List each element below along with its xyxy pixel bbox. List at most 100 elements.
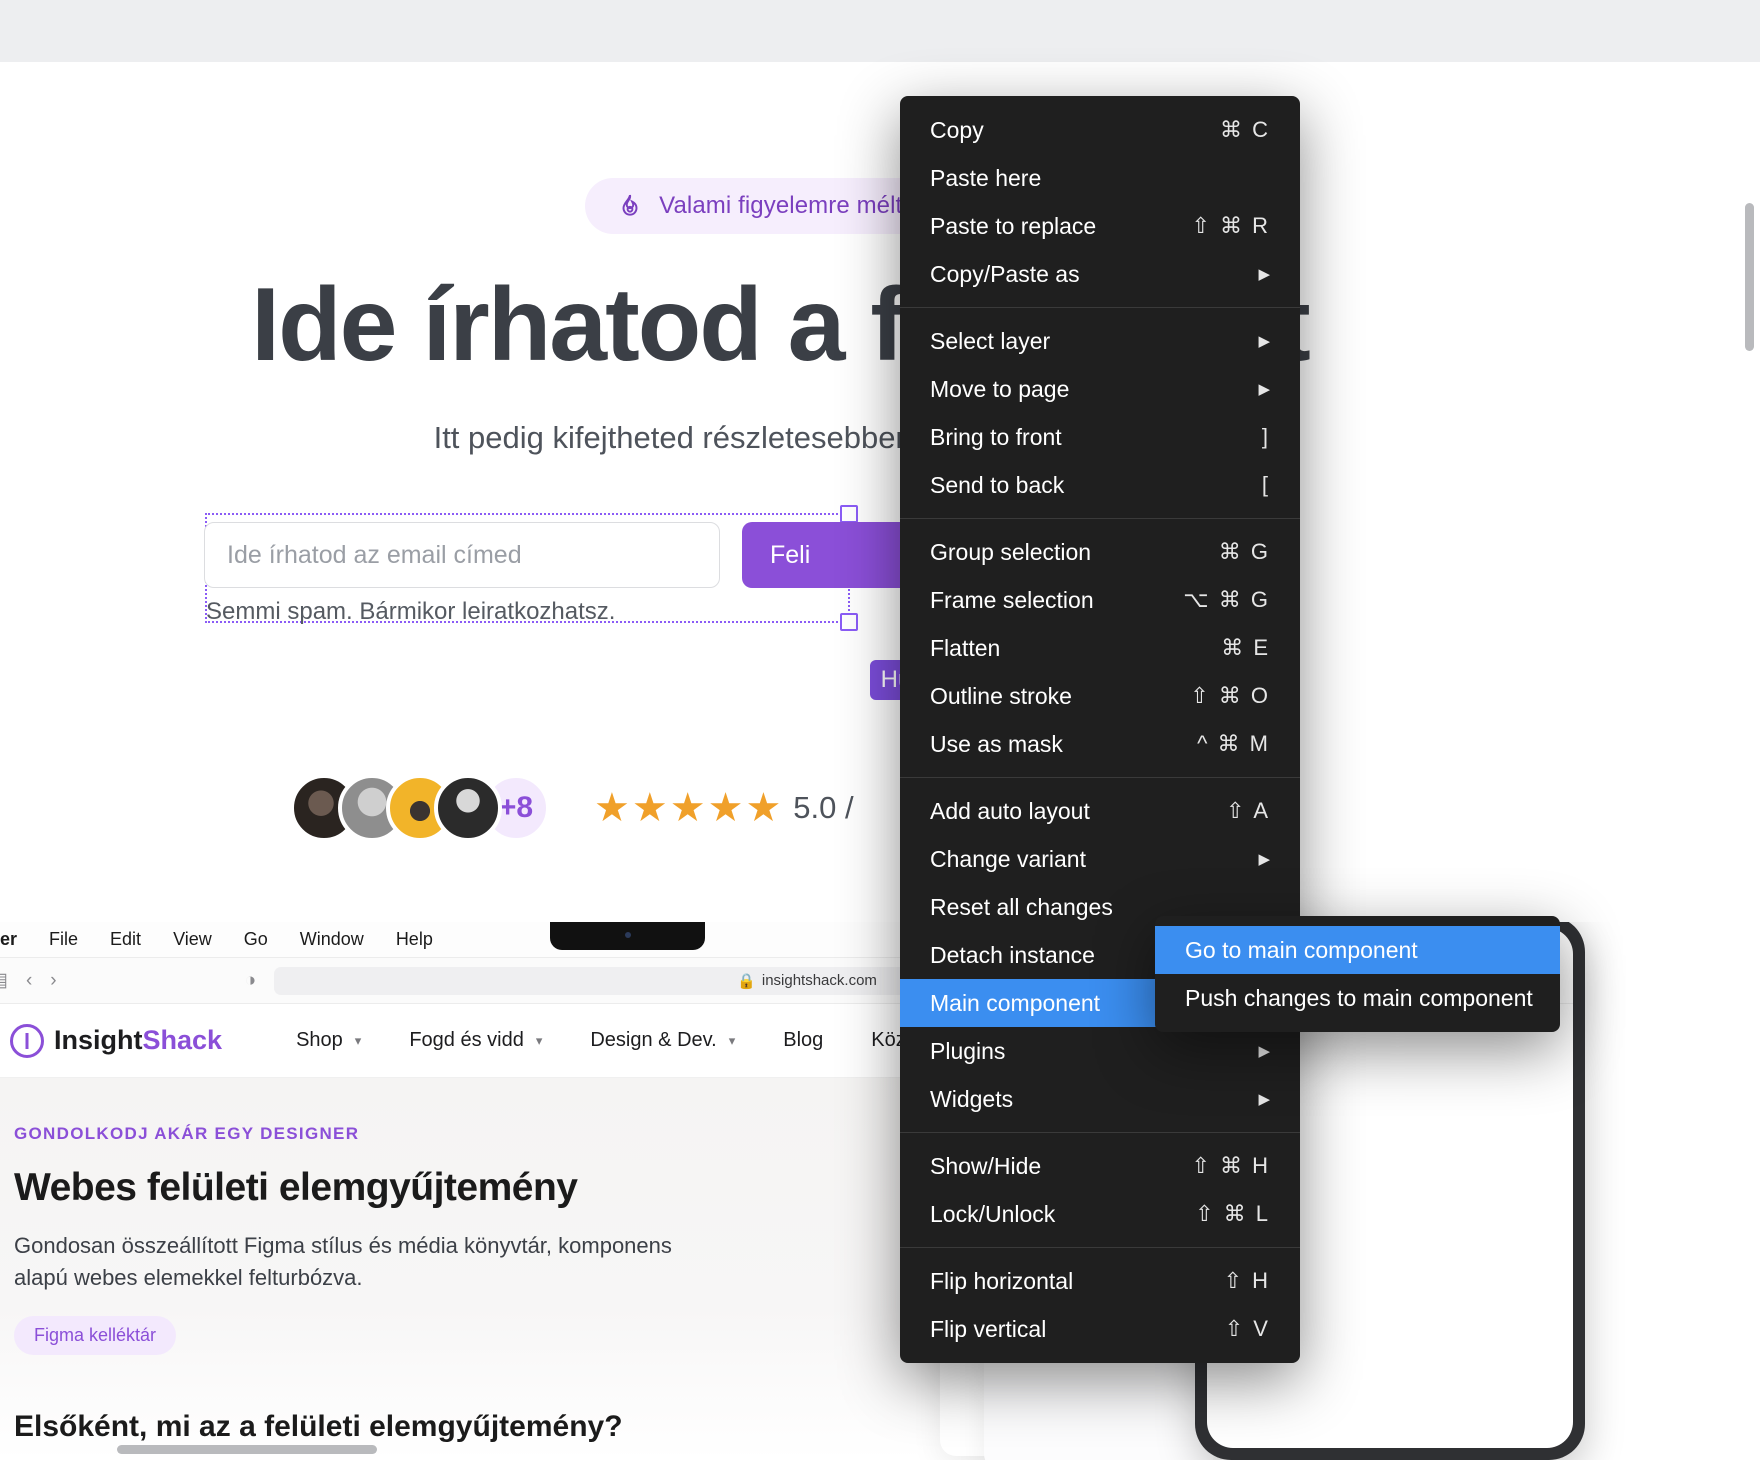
menu-item-copy-paste-as[interactable]: Copy/Paste as ▶ — [900, 250, 1300, 298]
nav-item-shop[interactable]: Shop ▾ — [272, 1029, 385, 1052]
logo-mark-icon — [10, 1023, 44, 1058]
chevron-down-icon: ▾ — [535, 1032, 543, 1048]
main-component-submenu[interactable]: Go to main component Push changes to main… — [1155, 916, 1560, 1032]
menu-item-shortcut: ⇧ V — [1224, 1316, 1270, 1341]
spam-note: Semmi spam. Bármikor leiratkozhatsz. — [206, 598, 616, 625]
menu-item-outline-stroke[interactable]: Outline stroke ⇧ ⌘ O — [900, 672, 1300, 720]
menubar-item-go[interactable]: Go — [244, 929, 268, 950]
menu-item-add-auto-layout[interactable]: Add auto layout ⇧ A — [900, 787, 1300, 835]
menu-item-plugins[interactable]: Plugins ▶ — [900, 1027, 1300, 1075]
social-proof: +8 ★★★★★ 5.0 / — [290, 774, 854, 842]
menu-item-move-to-page[interactable]: Move to page ▶ — [900, 365, 1300, 413]
figma-kit-pill[interactable]: Figma kelléktár — [14, 1315, 177, 1355]
menu-item-shortcut: ⇧ ⌘ L — [1195, 1201, 1270, 1226]
hero-subheadline: Itt pedig kifejtheted részletesebben a f… — [433, 420, 1127, 456]
menu-item-shortcut: ⌥ ⌘ G — [1183, 587, 1270, 612]
menu-item-flip-vertical[interactable]: Flip vertical ⇧ V — [900, 1305, 1300, 1353]
menu-item-shortcut: ⇧ H — [1223, 1268, 1270, 1293]
vertical-scrollbar[interactable] — [1745, 203, 1754, 351]
menu-item-shortcut: [ — [1261, 472, 1270, 497]
menu-item-label: Frame selection — [930, 586, 1094, 613]
menubar-item-edit[interactable]: Edit — [110, 929, 141, 950]
menu-item-select-layer[interactable]: Select layer ▶ — [900, 317, 1300, 365]
menu-item-label: Change variant — [930, 845, 1086, 872]
menu-item-label: Show/Hide — [930, 1152, 1042, 1179]
menu-item-flatten[interactable]: Flatten ⌘ E — [900, 624, 1300, 672]
menu-item-label: Plugins — [930, 1037, 1006, 1064]
menu-item-shortcut: ⇧ ⌘ O — [1190, 683, 1270, 708]
menu-separator — [900, 1132, 1300, 1133]
menu-item-label: Flatten — [930, 634, 1001, 661]
menu-item-label: Reset all changes — [930, 893, 1113, 920]
menu-item-use-as-mask[interactable]: Use as mask ^ ⌘ M — [900, 720, 1300, 768]
menu-item-label: Use as mask — [930, 730, 1063, 757]
menubar-item-finder[interactable]: Finder — [0, 929, 17, 950]
menu-item-flip-horizontal[interactable]: Flip horizontal ⇧ H — [900, 1257, 1300, 1305]
menu-item-label: Main component — [930, 989, 1101, 1016]
site-logo[interactable]: InsightShack — [10, 1023, 222, 1058]
menu-item-bring-to-front[interactable]: Bring to front] — [900, 413, 1300, 461]
menu-item-change-variant[interactable]: Change variant ▶ — [900, 835, 1300, 883]
menu-item-widgets[interactable]: Widgets ▶ — [900, 1075, 1300, 1123]
site-nav-items: Shop ▾ Fogd és vidd ▾ Design & Dev. ▾ Bl… — [272, 1029, 983, 1052]
menubar-item-help[interactable]: Help — [396, 929, 433, 950]
chevron-down-icon: ▾ — [728, 1032, 736, 1048]
email-input-placeholder: Ide írhatod az email címed — [227, 540, 522, 569]
figma-context-menu[interactable]: Copy ⌘ C Paste here Paste to replace ⇧ ⌘ R Co… — [900, 96, 1300, 1363]
menu-separator — [900, 777, 1300, 778]
canvas-top-band — [0, 0, 1760, 62]
submenu-arrow-icon: ▶ — [1258, 333, 1270, 350]
menu-item-frame-selection[interactable]: Frame selection ⌥ ⌘ G — [900, 576, 1300, 624]
menubar-item-view[interactable]: View — [173, 929, 212, 950]
menu-item-label: Detach instance — [930, 941, 1095, 968]
menu-item-shortcut: ] — [1261, 424, 1270, 449]
submenu-item-push-changes-to-main-component[interactable]: Push changes to main component — [1155, 974, 1560, 1022]
nav-item-blog[interactable]: Blog — [759, 1029, 847, 1052]
selection-handle-bottom-right[interactable] — [840, 613, 858, 631]
hero-headline: Ide írhatod a fő üzenet — [251, 267, 1311, 383]
submenu-item-label: Push changes to main component — [1185, 984, 1533, 1011]
submenu-arrow-icon: ▶ — [1258, 266, 1270, 283]
signup-form: Ide írhatod az email címed Feli — [204, 522, 972, 590]
menu-item-shortcut: ⌘ E — [1221, 635, 1270, 660]
sidebar-icon[interactable]: ▤ — [0, 969, 8, 992]
logo-text-primary: Insight — [54, 1025, 143, 1055]
menu-item-label: Send to back — [930, 471, 1065, 498]
menu-item-paste-to-replace[interactable]: Paste to replace ⇧ ⌘ R — [900, 202, 1300, 250]
horizontal-scrollbar[interactable] — [117, 1445, 377, 1454]
chevron-right-icon[interactable]: › — [50, 970, 56, 992]
menu-separator — [900, 518, 1300, 519]
menu-item-copy[interactable]: Copy ⌘ C — [900, 106, 1300, 154]
menu-item-shortcut: ⌘ C — [1220, 117, 1270, 142]
flame-icon — [617, 193, 643, 219]
menubar-item-window[interactable]: Window — [300, 929, 364, 950]
menu-item-label: Paste to replace — [930, 212, 1097, 239]
rating-value: 5.0 / — [793, 790, 854, 825]
menu-separator — [900, 307, 1300, 308]
menu-item-label: Add auto layout — [930, 797, 1090, 824]
subscribe-button-label: Feli — [770, 540, 811, 569]
submenu-item-label: Go to main component — [1185, 936, 1418, 963]
menu-item-paste-here[interactable]: Paste here — [900, 154, 1300, 202]
menubar-item-file[interactable]: File — [49, 929, 78, 950]
menu-item-send-to-back[interactable]: Send to back [ — [900, 461, 1300, 509]
menu-item-shortcut: ⇧ ⌘ H — [1191, 1153, 1270, 1178]
menu-item-shortcut: ⌘ G — [1218, 539, 1270, 564]
menu-item-show-hide[interactable]: Show/Hide ⇧ ⌘ H — [900, 1142, 1300, 1190]
menu-item-lock-unlock[interactable]: Lock/Unlock ⇧ ⌘ L — [900, 1190, 1300, 1238]
section-paragraph: Gondosan összeállított Figma stílus és m… — [14, 1233, 672, 1290]
email-input[interactable]: Ide írhatod az email címed — [204, 522, 720, 588]
menu-item-label: Flip horizontal — [930, 1267, 1074, 1294]
nav-item-label: Shop — [296, 1029, 343, 1051]
hero-preview: Valami figyelemre méltó ... Ide írhatod … — [0, 62, 1760, 922]
reader-mode-icon[interactable]: ◑ — [245, 970, 256, 992]
nav-item-label: Blog — [783, 1029, 824, 1051]
menu-item-label: Outline stroke — [930, 682, 1072, 709]
chevron-left-icon[interactable]: ‹ — [26, 970, 32, 992]
submenu-item-go-to-main-component[interactable]: Go to main component — [1155, 926, 1560, 974]
selection-handle-top-right[interactable] — [840, 505, 858, 523]
nav-item-drag-drop[interactable]: Fogd és vidd ▾ — [385, 1029, 566, 1052]
nav-item-design-dev[interactable]: Design & Dev. ▾ — [566, 1029, 759, 1052]
menu-item-group-selection[interactable]: Group selection ⌘ G — [900, 528, 1300, 576]
menu-item-label: Lock/Unlock — [930, 1200, 1056, 1227]
